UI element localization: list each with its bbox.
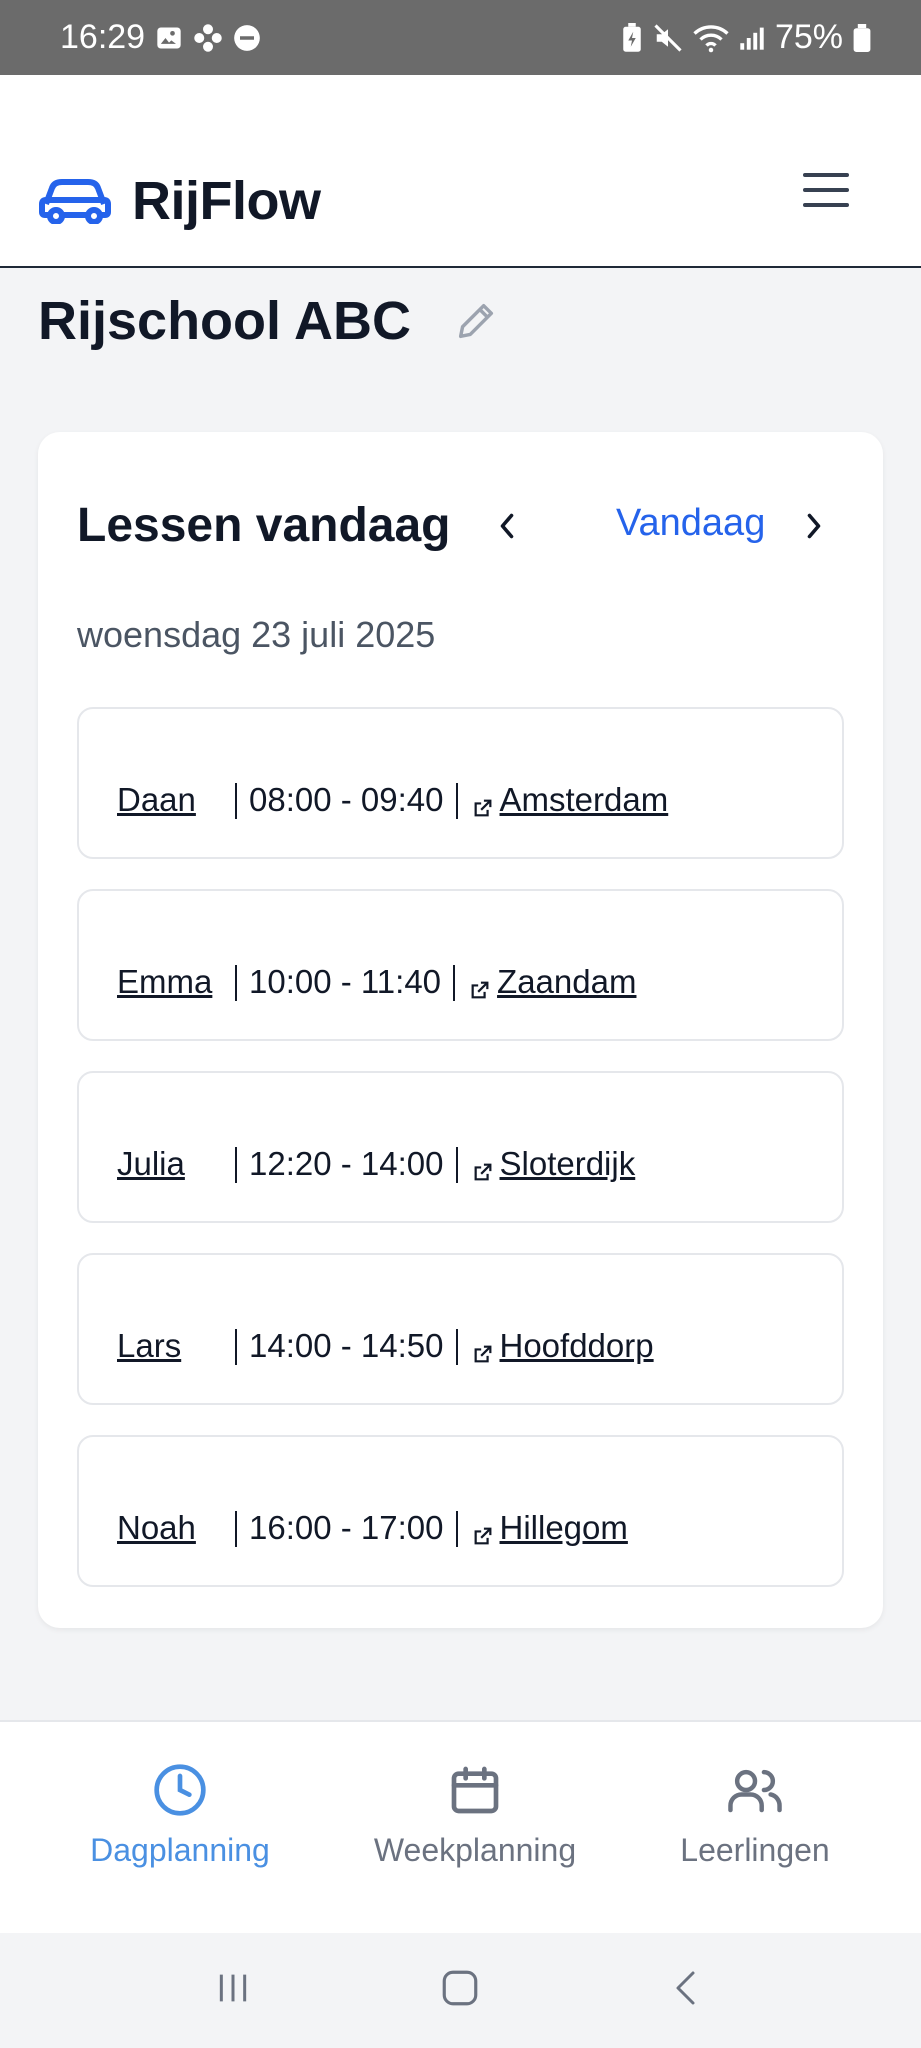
location-link[interactable]: Sloterdijk: [500, 1145, 636, 1183]
student-link[interactable]: Lars: [117, 1327, 235, 1365]
external-link-icon: [472, 1525, 494, 1547]
home-icon[interactable]: [439, 1967, 481, 2014]
separator: [455, 783, 458, 819]
lesson-item: Lars 14:00 - 14:50 Hoofddorp: [77, 1253, 844, 1405]
signal-icon: [739, 25, 765, 51]
today-button[interactable]: Vandaag: [616, 502, 765, 545]
back-icon[interactable]: [668, 1968, 708, 2013]
card-title: Lessen vandaag: [77, 499, 451, 552]
lesson-item: Noah 16:00 - 17:00 Hillegom: [77, 1435, 844, 1587]
car-icon: [38, 174, 112, 229]
page-title-row: Rijschool ABC: [38, 290, 501, 352]
separator: [235, 1329, 237, 1365]
external-link-icon: [472, 1343, 494, 1365]
separator: [453, 965, 456, 1001]
lessons-card: Lessen vandaag Vandaag woensdag 23 juli …: [38, 432, 883, 1628]
gallery-icon: [155, 24, 183, 52]
student-link[interactable]: Julia: [117, 1145, 235, 1183]
calendar-icon: [345, 1762, 605, 1820]
separator: [235, 1511, 237, 1547]
external-link-icon: [469, 979, 491, 1001]
page-title: Rijschool ABC: [38, 291, 412, 351]
chevron-right-icon[interactable]: [794, 506, 834, 546]
location-link[interactable]: Hoofddorp: [500, 1327, 654, 1365]
student-link[interactable]: Noah: [117, 1509, 235, 1547]
status-bar-left: 16:29: [60, 18, 261, 57]
nav-dagplanning[interactable]: Dagplanning: [50, 1762, 310, 1869]
lesson-time: 16:00 - 17:00: [249, 1509, 444, 1546]
recent-apps-icon[interactable]: [213, 1968, 253, 2013]
battery-saver-icon: [621, 22, 643, 53]
external-link-icon: [472, 797, 494, 819]
lesson-item: Julia 12:20 - 14:00 Sloterdijk: [77, 1071, 844, 1223]
lesson-time: 08:00 - 09:40: [249, 781, 444, 818]
lesson-date: woensdag 23 juli 2025: [77, 614, 436, 655]
separator: [455, 1511, 458, 1547]
battery-icon: [853, 23, 871, 52]
status-bar: 16:29 75%: [0, 0, 921, 75]
location-link[interactable]: Hillegom: [500, 1509, 628, 1547]
app-header: RijFlow: [0, 75, 921, 268]
lesson-item: Daan 08:00 - 09:40 Amsterdam: [77, 707, 844, 859]
hamburger-menu-icon[interactable]: [801, 170, 851, 210]
chevron-left-icon[interactable]: [487, 506, 527, 546]
separator: [455, 1147, 458, 1183]
bottom-navigation: Dagplanning Weekplanning Leerlingen: [0, 1720, 921, 1933]
users-icon: [625, 1762, 885, 1820]
external-link-icon: [472, 1161, 494, 1183]
system-navigation-bar: [0, 1933, 921, 2048]
lesson-list: Daan 08:00 - 09:40 Amsterdam Emma 10:00 …: [77, 707, 844, 1617]
status-bar-right: 75%: [621, 18, 871, 57]
student-link[interactable]: Daan: [117, 781, 235, 819]
nav-label: Weekplanning: [373, 1832, 577, 1868]
clock-icon: [50, 1762, 310, 1820]
separator: [455, 1329, 458, 1365]
nav-label: Leerlingen: [680, 1832, 830, 1868]
brand-name: RijFlow: [132, 171, 321, 231]
location-link[interactable]: Zaandam: [497, 963, 636, 1001]
nav-leerlingen[interactable]: Leerlingen: [625, 1762, 885, 1869]
flower-icon: [193, 23, 223, 53]
brand-logo[interactable]: RijFlow: [38, 170, 321, 232]
mute-icon: [653, 23, 683, 53]
wifi-icon: [693, 23, 729, 53]
location-link[interactable]: Amsterdam: [500, 781, 669, 819]
battery-percent: 75%: [774, 18, 843, 56]
lesson-time: 10:00 - 11:40: [249, 963, 442, 1000]
student-link[interactable]: Emma: [117, 963, 235, 1001]
card-header: Lessen vandaag Vandaag: [77, 492, 837, 562]
lesson-item: Emma 10:00 - 11:40 Zaandam: [77, 889, 844, 1041]
do-not-disturb-icon: [233, 24, 261, 52]
separator: [235, 783, 237, 819]
lesson-time: 14:00 - 14:50: [249, 1327, 444, 1364]
status-time: 16:29: [60, 18, 146, 56]
separator: [235, 965, 237, 1001]
separator: [235, 1147, 237, 1183]
lesson-time: 12:20 - 14:00: [249, 1145, 444, 1182]
nav-weekplanning[interactable]: Weekplanning: [345, 1762, 605, 1869]
nav-label: Dagplanning: [90, 1832, 270, 1868]
pencil-icon[interactable]: [451, 296, 501, 346]
